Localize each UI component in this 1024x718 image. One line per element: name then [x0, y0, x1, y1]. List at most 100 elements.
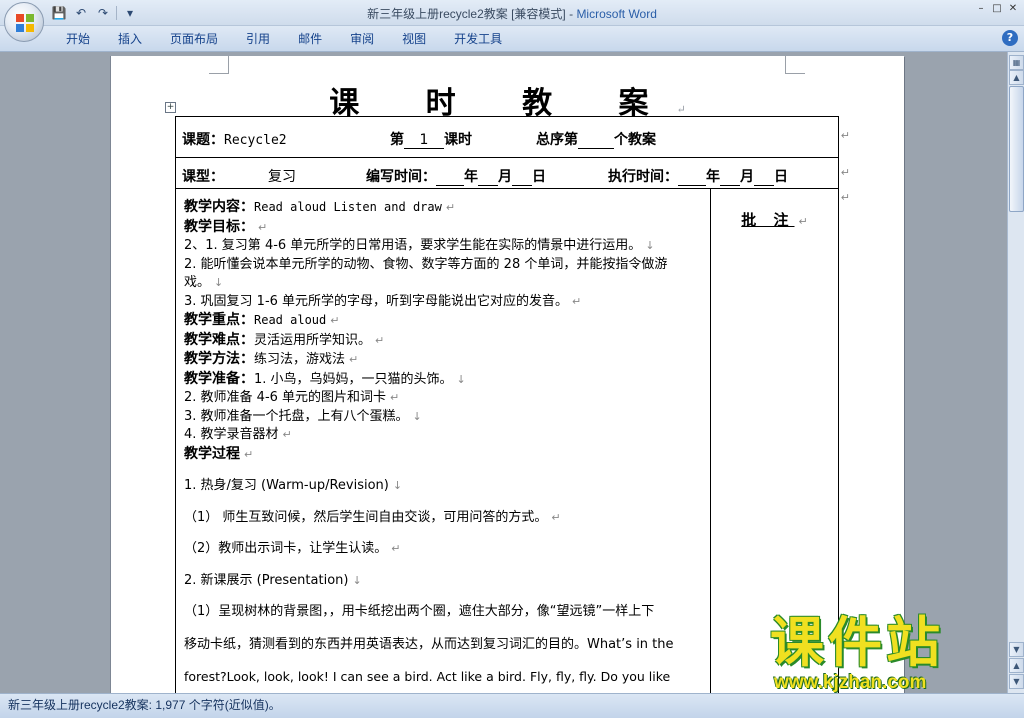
line-break-icon: ↓: [352, 573, 362, 587]
exec-month-blank: [720, 169, 740, 186]
next-page-icon[interactable]: ▼: [1009, 674, 1024, 689]
warmup-2-text: （2）教师出示词卡，让学生认读。: [184, 541, 388, 556]
line-presentation: 2. 新课展示 (Presentation) ↓: [184, 572, 710, 591]
annotation-title: 批 注: [741, 211, 795, 229]
vertical-scrollbar[interactable]: ▦ ▲ ▼ ▲ ▼: [1007, 52, 1024, 693]
line-methods: 教学方法：练习法，游戏法 ↵: [184, 350, 710, 370]
status-bar: 新三年级上册recycle2教案: 1,977 个字符(近似值)。: [0, 693, 1024, 718]
office-button[interactable]: [4, 2, 44, 42]
site-watermark-logo: 课件站 www.kjzhan.com: [770, 614, 1010, 696]
difficulties-text: 灵活运用所学知识。: [254, 332, 372, 348]
write-day-label: 日: [532, 169, 546, 185]
line-preparation: 教学准备：1. 小鸟，乌妈妈，一只猫的头饰。 ↓: [184, 370, 710, 390]
topic-label: 课题：: [182, 132, 224, 148]
doc-name: 新三年级上册recycle2教案 [兼容模式]: [367, 7, 566, 21]
line-key-points: 教学重点：Read aloud ↵: [184, 311, 710, 331]
key-points-text: Read aloud: [254, 313, 327, 327]
document-workspace[interactable]: 课 时 教 案↵ + 课题：Recycle2 第 1 课时 总序第 个教案 ↵ 课型…: [0, 52, 1007, 693]
restore-icon[interactable]: □: [990, 2, 1004, 16]
table-move-handle-icon[interactable]: +: [165, 102, 176, 113]
paragraph-mark-icon: ↵: [330, 314, 340, 327]
line-objective-2: 2. 能听懂会说本单元所学的动物、食物、数字等方面的 28 个单词，并能按指令做…: [184, 256, 710, 275]
preparation-label: 教学准备：: [184, 370, 254, 387]
line-break-icon: ↓: [645, 239, 655, 252]
tab-developer[interactable]: 开发工具: [440, 30, 516, 48]
line-process: 教学过程 ↵: [184, 445, 710, 465]
scroll-down-icon[interactable]: ▼: [1009, 642, 1024, 657]
window-controls: – □ ✕: [974, 2, 1020, 16]
tab-home[interactable]: 开始: [52, 30, 104, 48]
presentation-1-cont-text: 移动卡纸，猜测看到的东西并用英语表达，从而达到复习词汇的目的。What’s in…: [184, 636, 674, 652]
total-sequence-field: 总序第 个教案: [536, 129, 656, 149]
ruler-toggle-icon[interactable]: ▦: [1009, 55, 1024, 70]
document-page[interactable]: 课 时 教 案↵ + 课题：Recycle2 第 1 课时 总序第 个教案 ↵ 课型…: [110, 56, 904, 693]
write-month-label: 月: [498, 169, 512, 185]
crop-mark-top-right: [785, 56, 805, 74]
tab-references[interactable]: 引用: [232, 30, 284, 48]
exec-time-field: 执行时间： 年 月 日: [608, 166, 788, 186]
line-break-icon: ↓: [214, 276, 224, 289]
presentation-1-cont2-text: forest?Look, look, look! I can see a bir…: [184, 669, 671, 684]
line-break-icon: ↓: [412, 409, 422, 423]
line-content: 教学内容：Read aloud Listen and draw ↵: [184, 198, 710, 218]
key-points-label: 教学重点：: [184, 312, 254, 328]
help-icon[interactable]: ?: [1002, 30, 1018, 46]
teaching-content-cell[interactable]: 教学内容：Read aloud Listen and draw ↵ 教学目标： ↵ …: [176, 189, 711, 693]
cell-end-mark-icon: ↵: [840, 191, 850, 204]
tab-view[interactable]: 视图: [388, 30, 440, 48]
exec-day-blank: [754, 169, 774, 186]
line-warmup: 1. 热身/复习 (Warm-up/Revision) ↓: [184, 477, 710, 496]
tab-review[interactable]: 审阅: [336, 30, 388, 48]
line-prep-2: 2. 教师准备 4-6 单元的图片和词卡 ↵: [184, 389, 710, 408]
write-year-blank: [436, 169, 464, 186]
paragraph-mark-icon: ↵: [551, 510, 561, 524]
process-label: 教学过程: [184, 445, 240, 462]
tab-page-layout[interactable]: 页面布局: [156, 30, 232, 48]
objectives-label: 教学目标：: [184, 218, 254, 235]
lesson-number-field: 第 1 课时: [390, 129, 472, 149]
lesson-plan-table: 课题：Recycle2 第 1 课时 总序第 个教案 ↵ 课型： 复习 编写时间： …: [175, 116, 850, 693]
minimize-icon[interactable]: –: [974, 2, 988, 16]
paragraph-mark-icon: ↵: [349, 353, 359, 366]
difficulties-label: 教学难点：: [184, 331, 254, 348]
line-break-icon: ↓: [392, 479, 403, 492]
write-time-field: 编写时间： 年 月 日: [366, 166, 546, 186]
previous-page-icon[interactable]: ▲: [1009, 658, 1024, 673]
warmup-text: 1. 热身/复习 (Warm-up/Revision): [184, 478, 389, 493]
topic-value: Recycle2: [224, 133, 287, 148]
crop-mark-top-left: [209, 56, 229, 74]
type-value: 复习: [268, 169, 296, 185]
app-name: Microsoft Word: [576, 7, 657, 21]
tab-mailings[interactable]: 邮件: [284, 30, 336, 48]
line-objective-3: 3. 巩固复习 1-6 单元所学的字母，听到字母能说出它对应的发音。 ↵: [184, 293, 710, 312]
presentation-1-text: （1）呈现树林的背景图，，用卡纸挖出两个圈，遮住大部分，像“望远镜”一样上下: [184, 604, 655, 619]
preparation-text: 1. 小鸟，乌妈妈，一只猫的头饰。: [254, 371, 453, 387]
table-row-type: 课型： 复习 编写时间： 年 月 日 执行时间： 年 月 日 ↵: [176, 158, 850, 189]
tab-insert[interactable]: 插入: [104, 30, 156, 48]
scrollbar-thumb[interactable]: [1009, 86, 1024, 212]
cell-end-mark-icon: ↵: [840, 129, 850, 142]
title-separator: -: [565, 7, 577, 21]
line-prep-4: 4. 教学录音器材 ↵: [184, 426, 710, 445]
paragraph-mark-icon: ↵: [244, 447, 254, 461]
objective-2-cont-text: 戏。: [184, 275, 211, 290]
line-prep-3: 3. 教师准备一个托盘，上有八个蛋糕。 ↓: [184, 408, 710, 427]
topic-field: 课题：Recycle2: [182, 129, 287, 149]
scroll-up-icon[interactable]: ▲: [1009, 70, 1024, 85]
line-objectives: 教学目标： ↵: [184, 218, 710, 238]
close-icon[interactable]: ✕: [1006, 2, 1020, 16]
paragraph-mark-icon: ↵: [445, 201, 456, 214]
paragraph-mark-icon: ↵: [798, 215, 808, 228]
presentation-text: 2. 新课展示 (Presentation): [184, 572, 349, 588]
ribbon-tabs: 开始 插入 页面布局 引用 邮件 审阅 视图 开发工具: [52, 30, 516, 48]
lesson-number: 1: [404, 132, 444, 149]
paragraph-mark-icon: ↵: [391, 542, 401, 555]
total-suffix: 个教案: [614, 132, 656, 148]
methods-text: 练习法，游戏法: [254, 352, 346, 367]
line-warmup-2: （2）教师出示词卡，让学生认读。 ↵: [184, 540, 710, 559]
objective-2-text: 2. 能听懂会说本单元所学的动物、食物、数字等方面的 28 个单词，并能按指令做…: [184, 256, 668, 272]
